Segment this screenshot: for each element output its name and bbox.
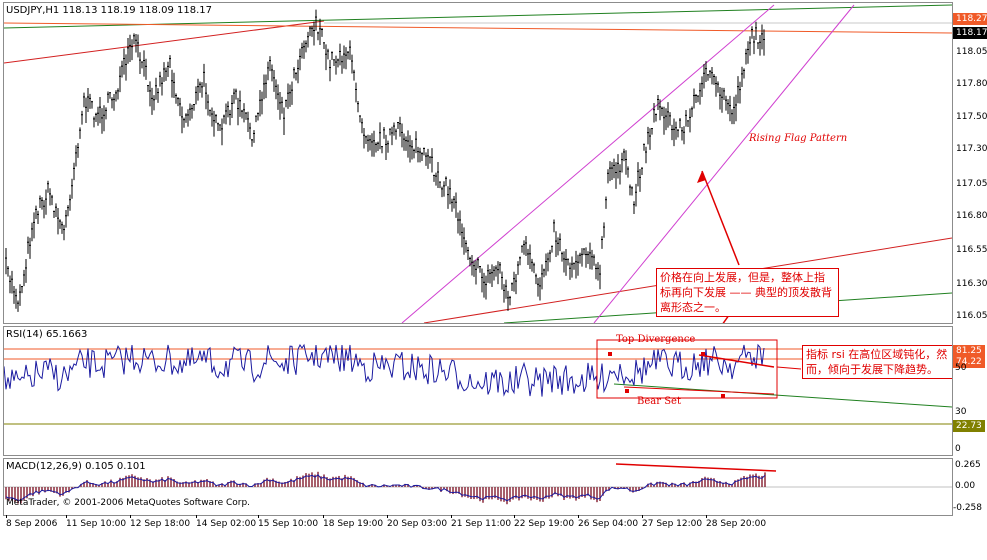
time-axis-label: 8 Sep 2006 — [6, 519, 58, 529]
macd-title: MACD(12,26,9) 0.105 0.101 — [6, 461, 146, 472]
bear-set-label: Bear Set — [637, 396, 681, 407]
copyright-text: MetaTrader, © 2001-2006 MetaQuotes Softw… — [6, 498, 251, 508]
price-axis-tick: 116.80 — [956, 211, 987, 221]
bear-set-marker — [625, 389, 629, 393]
price-axis-tick: 117.80 — [956, 79, 987, 89]
macd-tick-zero: 0.00 — [955, 481, 976, 491]
time-axis-label: 18 Sep 19:00 — [323, 519, 384, 529]
rsi-line — [4, 343, 765, 397]
rsi-tick-0: 0 — [955, 444, 961, 454]
metatrader-chart-window: USDJPY,H1 118.13 118.19 118.09 118.17 Ri… — [0, 0, 987, 560]
rsi-tick-30: 30 — [955, 407, 967, 417]
time-axis-label: 26 Sep 04:00 — [578, 519, 639, 529]
time-axis-tick — [514, 515, 515, 518]
time-axis-tick — [451, 515, 452, 518]
time-axis-label: 14 Sep 02:00 — [196, 519, 257, 529]
time-axis-tick — [387, 515, 388, 518]
rsi-note-connector — [776, 366, 802, 370]
divergence-marker — [608, 352, 612, 356]
macd-tick-low: -0.258 — [953, 503, 983, 513]
bear-set-line — [623, 386, 775, 395]
time-axis-tick — [130, 515, 131, 518]
price-tag-high: 118.27 — [953, 13, 987, 25]
time-axis-label: 12 Sep 18:00 — [130, 519, 191, 529]
time-axis-tick — [578, 515, 579, 518]
symbol-title: USDJPY,H1 118.13 118.19 118.09 118.17 — [6, 5, 212, 16]
price-axis-tick: 116.05 — [956, 311, 987, 321]
bear-set-marker — [721, 394, 725, 398]
time-axis-tick — [323, 515, 324, 518]
horizontal-orange-line — [4, 22, 952, 34]
price-annotation-note: 价格在向上发展，但是，整体上指标再向下发展 —— 典型的顶发散背离形态之一。 — [656, 268, 839, 317]
time-axis-tick — [6, 515, 7, 518]
time-axis-tick — [642, 515, 643, 518]
price-axis-tick: 117.50 — [956, 112, 987, 122]
time-axis-label: 28 Sep 20:00 — [706, 519, 767, 529]
time-axis-label: 15 Sep 10:00 — [258, 519, 319, 529]
time-axis-tick — [196, 515, 197, 518]
divergence-marker — [701, 352, 705, 356]
annotation-arrow-line — [701, 170, 740, 266]
time-axis-label: 20 Sep 03:00 — [387, 519, 448, 529]
price-tag-current: 118.17 — [953, 27, 987, 39]
top-divergence-label: Top Divergence — [616, 334, 696, 345]
time-axis-label: 11 Sep 10:00 — [66, 519, 127, 529]
price-axis-tick: 117.30 — [956, 144, 987, 154]
time-axis-label: 27 Sep 12:00 — [642, 519, 703, 529]
annotation-arrow-head — [697, 171, 706, 183]
time-axis-label: 21 Sep 11:00 — [451, 519, 512, 529]
time-axis-tick — [706, 515, 707, 518]
price-axis-tick: 116.30 — [956, 279, 987, 289]
price-chart-pane[interactable]: USDJPY,H1 118.13 118.19 118.09 118.17 Ri… — [3, 2, 953, 324]
macd-divergence-line — [615, 463, 777, 472]
rsi-annotation-note: 指标 rsi 在高位区域钝化，然而，倾向于发展下降趋势。 — [802, 345, 952, 379]
macd-tick-high: 0.265 — [955, 460, 981, 470]
price-axis-tick: 118.05 — [956, 47, 987, 57]
time-axis-tick — [66, 515, 67, 518]
time-axis-tick — [258, 515, 259, 518]
rsi-indicator-pane[interactable]: RSI(14) 65.1663 Top Divergence Bear Set … — [3, 326, 953, 456]
time-axis-label: 22 Sep 19:00 — [514, 519, 575, 529]
rsi-title: RSI(14) 65.1663 — [6, 329, 88, 340]
rsi-tick-50: 50 — [955, 363, 967, 373]
price-axis-tick: 117.05 — [956, 179, 987, 189]
price-axis-tick: 116.55 — [956, 245, 987, 255]
rsi-tag-lower: 22.73 — [953, 420, 985, 432]
pattern-label: Rising Flag Pattern — [749, 133, 848, 144]
